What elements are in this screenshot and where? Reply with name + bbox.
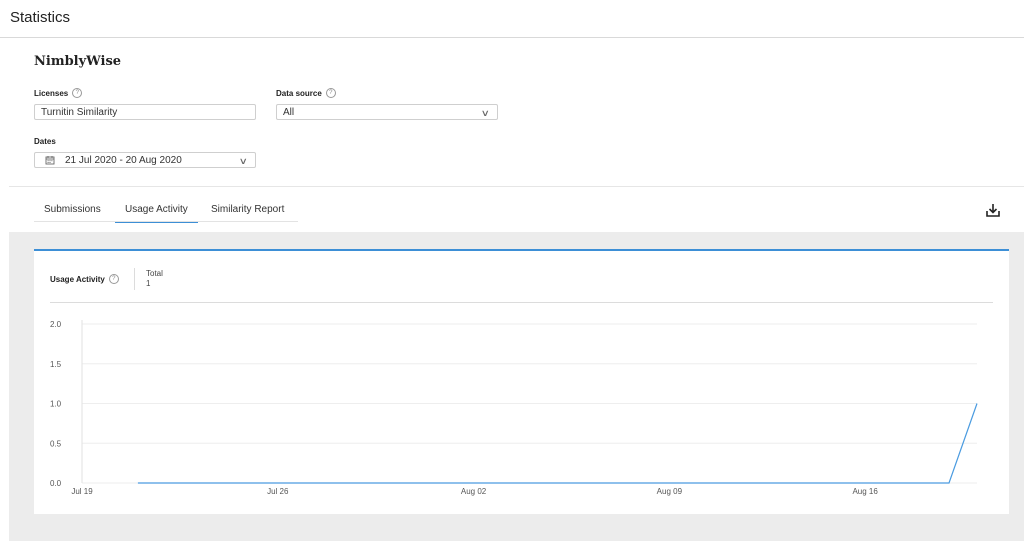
y-tick-label: 0.5 [50, 439, 62, 448]
x-tick-label: Jul 19 [71, 487, 93, 496]
chevron-down-icon: ∨ [481, 108, 491, 118]
dates-value: 21 Jul 2020 - 20 Aug 2020 [65, 154, 182, 166]
help-icon[interactable]: ? [325, 88, 336, 98]
x-tick-label: Jul 26 [267, 487, 289, 496]
data-source-label-text: Data source [276, 88, 322, 98]
y-tick-label: 1.5 [50, 360, 62, 369]
tab-similarity-report[interactable]: Similarity Report [211, 204, 284, 221]
usage-activity-card: Usage Activity ? Total 1 0.0 0.5 1.0 1.5 2.0… [34, 249, 1009, 514]
licenses-label-text: Licenses [34, 88, 69, 98]
y-tick-label: 2.0 [50, 320, 62, 329]
data-source-select[interactable]: All ∨ [276, 104, 498, 120]
section-divider [9, 186, 1024, 187]
x-tick-label: Aug 02 [461, 487, 487, 496]
licenses-label: Licenses ? [34, 88, 83, 98]
institution-name: NimblyWise [34, 54, 122, 69]
tabs-underline [34, 221, 298, 222]
x-tick-label: Aug 16 [852, 487, 878, 496]
licenses-field[interactable]: Turnitin Similarity [34, 104, 256, 120]
usage-activity-chart: 0.0 0.5 1.0 1.5 2.0 Jul 19 Jul 26 Aug 02 Aug 09 A… [50, 320, 978, 496]
licenses-value: Turnitin Similarity [41, 106, 118, 118]
chevron-down-icon: ∨ [239, 156, 249, 166]
y-tick-label: 0.0 [50, 479, 62, 488]
dates-label: Dates [34, 137, 56, 146]
top-bar: Statistics [0, 0, 1024, 38]
download-icon[interactable] [985, 202, 1001, 218]
calendar-icon [45, 156, 55, 165]
x-tick-label: Aug 09 [657, 487, 683, 496]
page-title: Statistics [10, 9, 71, 26]
data-source-value: All [283, 106, 295, 118]
dates-label-text: Dates [34, 137, 56, 146]
dates-picker[interactable]: 21 Jul 2020 - 20 Aug 2020 ∨ [34, 152, 256, 168]
help-icon[interactable]: ? [72, 88, 83, 98]
y-tick-label: 1.0 [50, 400, 62, 409]
data-source-label: Data source ? [276, 88, 336, 98]
tab-submissions[interactable]: Submissions [44, 204, 101, 221]
